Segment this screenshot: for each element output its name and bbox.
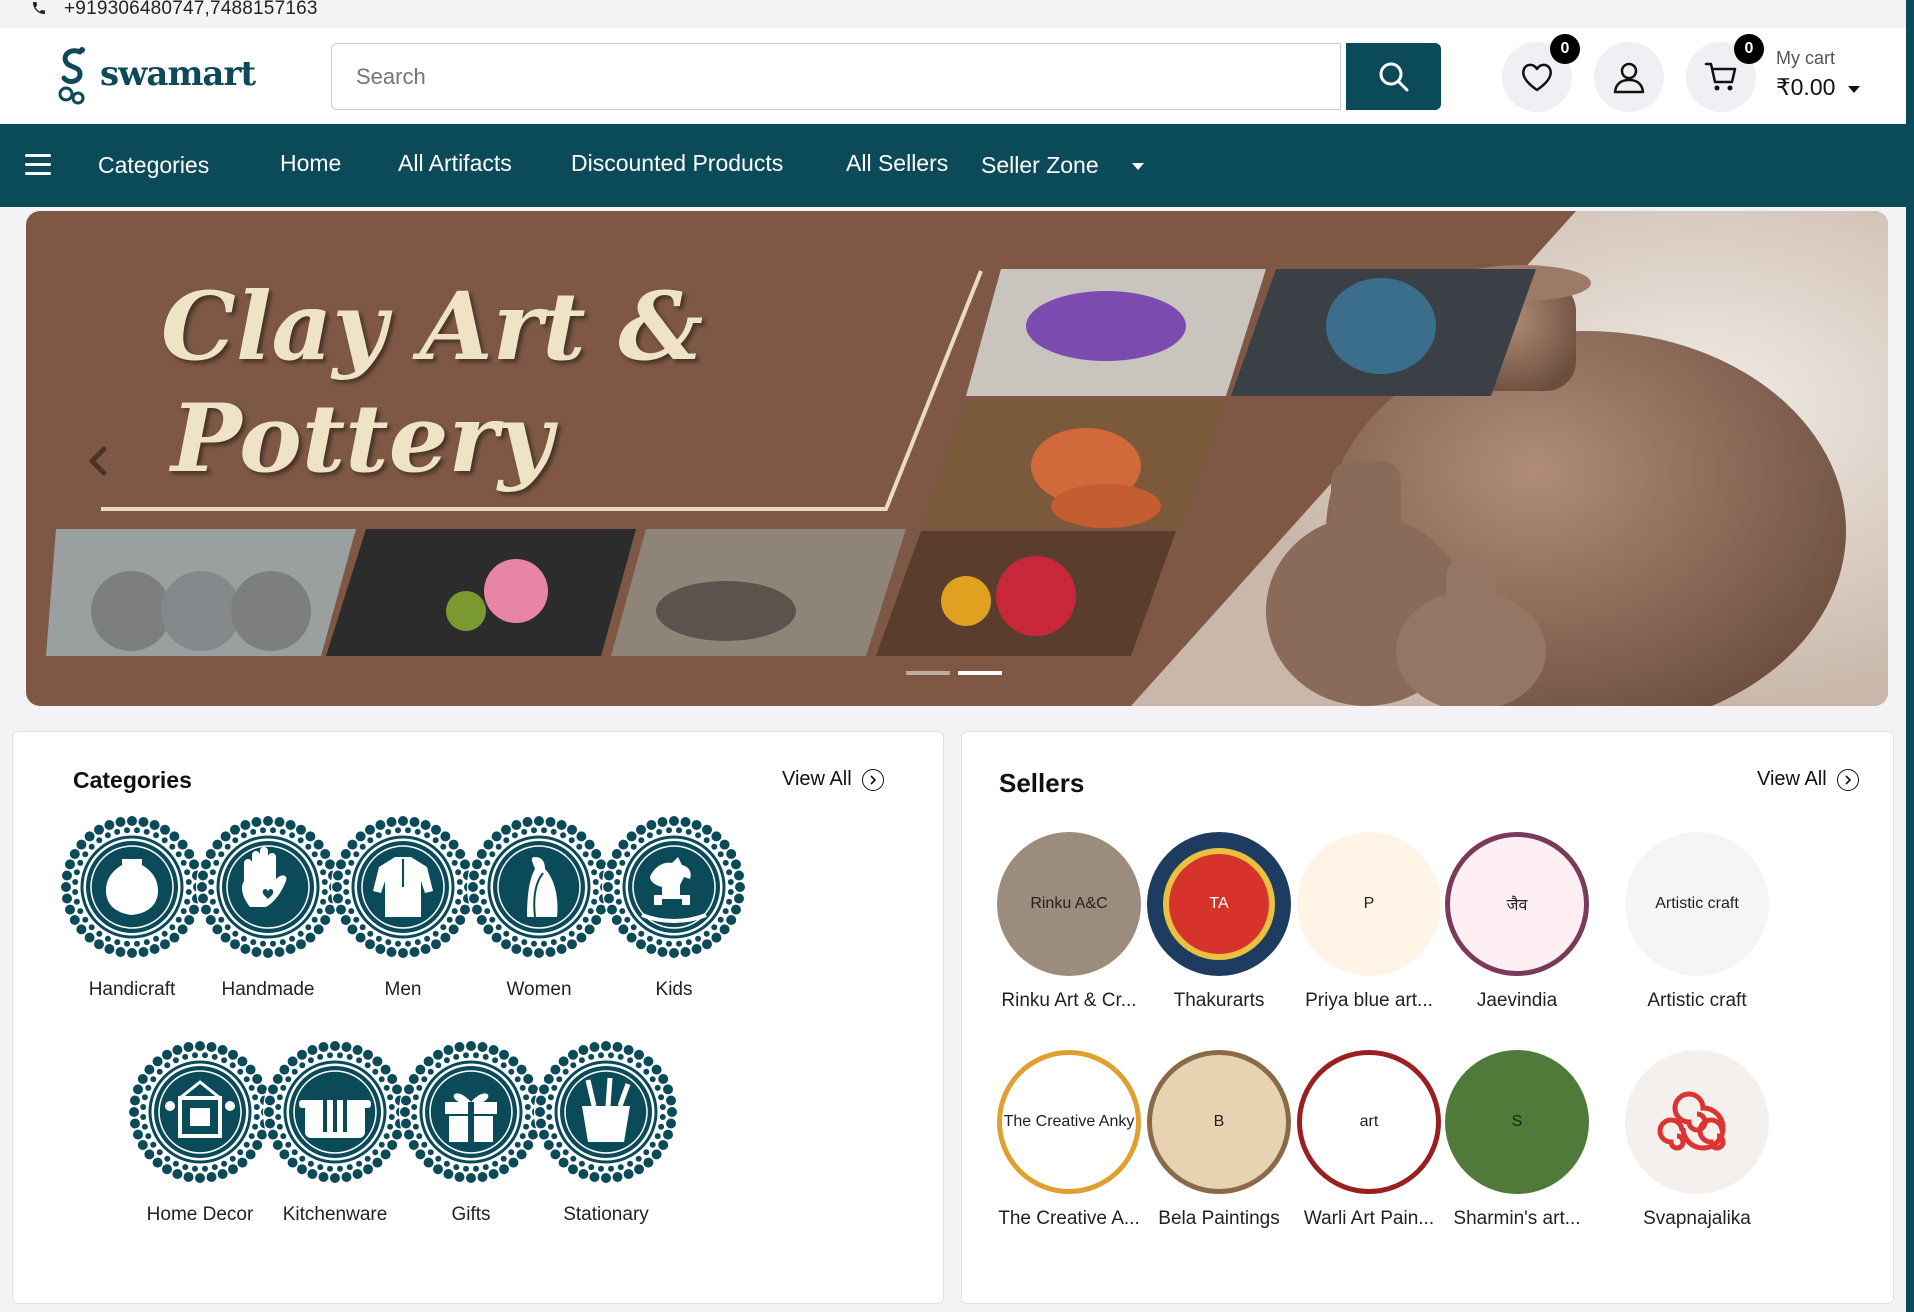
banner-title-line-1: Clay Art & bbox=[161, 272, 704, 382]
account-button[interactable] bbox=[1594, 42, 1664, 112]
cart-total[interactable]: ₹0.00 bbox=[1776, 74, 1835, 101]
search-icon bbox=[1379, 62, 1408, 91]
banner-prev-arrow-icon[interactable] bbox=[78, 441, 118, 481]
nav-categories[interactable]: Categories bbox=[98, 152, 209, 179]
nav-all-artifacts[interactable]: All Artifacts bbox=[398, 150, 512, 177]
category-label: Kids bbox=[655, 979, 693, 1000]
seller-name: Svapnajalika bbox=[1643, 1208, 1751, 1229]
phone-numbers[interactable]: +919306480747,7488157163 bbox=[64, 0, 318, 20]
sellers-view-all[interactable]: View All bbox=[1757, 768, 1859, 791]
cart-icon bbox=[1704, 62, 1737, 91]
categories-view-all[interactable]: View All bbox=[782, 768, 884, 791]
seller-item[interactable]: art Warli Art Pain... bbox=[1284, 1050, 1454, 1230]
seller-item[interactable]: The Creative Anky The Creative A... bbox=[984, 1050, 1154, 1230]
seller-logo: Rinku A&C bbox=[997, 832, 1141, 976]
heart-icon bbox=[1522, 63, 1552, 92]
seller-item[interactable]: B Bela Paintings bbox=[1134, 1050, 1304, 1230]
sellers-title: Sellers bbox=[999, 768, 1085, 798]
seller-logo: जैव bbox=[1445, 832, 1589, 976]
phone-icon bbox=[33, 2, 45, 14]
banner-slide-indicators bbox=[906, 662, 1010, 680]
banner-title-line-2: Pottery bbox=[171, 384, 553, 494]
seller-logo bbox=[1625, 1050, 1769, 1194]
category-label: Stationary bbox=[563, 1204, 649, 1225]
top-contact-bar: +919306480747,7488157163 bbox=[0, 0, 1914, 28]
category-item[interactable]: Kids bbox=[594, 812, 754, 1001]
seller-logo: art bbox=[1297, 1050, 1441, 1194]
seller-zone-caret-icon[interactable] bbox=[1132, 163, 1144, 170]
seller-item[interactable]: Svapnajalika bbox=[1612, 1050, 1782, 1230]
seller-item[interactable]: P Priya blue art... bbox=[1284, 832, 1454, 1012]
cart-label: My cart bbox=[1776, 48, 1836, 68]
seller-name: Jaevindia bbox=[1476, 990, 1558, 1011]
cart-count-badge: 0 bbox=[1734, 34, 1764, 64]
category-item[interactable]: Stationary bbox=[526, 1037, 686, 1226]
seller-item[interactable]: जैव Jaevindia bbox=[1432, 832, 1602, 1012]
seller-logo: The Creative Anky bbox=[997, 1050, 1141, 1194]
wishlist-count-badge: 0 bbox=[1550, 34, 1580, 64]
seller-name: Thakurarts bbox=[1173, 990, 1265, 1011]
categories-panel: Categories View All Handicraft Handmade Me… bbox=[12, 731, 944, 1304]
nav-discounted-products[interactable]: Discounted Products bbox=[571, 150, 783, 177]
banner-title: Clay Art & Pottery bbox=[161, 271, 703, 495]
seller-name: Artistic craft bbox=[1647, 990, 1747, 1011]
seller-item[interactable]: Rinku A&C Rinku Art & Cr... bbox=[984, 832, 1154, 1012]
slide-dot-1[interactable] bbox=[906, 671, 950, 675]
logo-text: swamart bbox=[100, 54, 256, 94]
seller-logo: TA bbox=[1147, 832, 1291, 976]
site-logo[interactable]: swamart bbox=[54, 44, 256, 106]
page-scrollbar-edge bbox=[1906, 0, 1914, 1312]
seller-name: Sharmin's art... bbox=[1453, 1208, 1581, 1229]
seller-logo: B bbox=[1147, 1050, 1291, 1194]
seller-name: The Creative A... bbox=[998, 1208, 1140, 1229]
site-header: swamart 0 0 My cart ₹0.00 bbox=[0, 28, 1906, 124]
search-button[interactable] bbox=[1346, 43, 1441, 110]
slide-dot-2[interactable] bbox=[958, 671, 1002, 675]
categories-title: Categories bbox=[73, 767, 192, 793]
cart-button[interactable]: 0 bbox=[1686, 34, 1764, 112]
nav-home[interactable]: Home bbox=[280, 150, 341, 177]
seller-item[interactable]: Artistic craft Artistic craft bbox=[1612, 832, 1782, 1012]
seller-logo: S bbox=[1445, 1050, 1589, 1194]
nav-all-sellers[interactable]: All Sellers bbox=[846, 150, 948, 177]
arrow-right-circle-icon bbox=[861, 768, 884, 791]
seller-logo: Artistic craft bbox=[1625, 832, 1769, 976]
view-all-label: View All bbox=[1757, 768, 1827, 790]
main-nav: Categories Home All Artifacts Discounted… bbox=[0, 124, 1906, 207]
seller-item[interactable]: S Sharmin's art... bbox=[1432, 1050, 1602, 1230]
seller-item[interactable]: TA Thakurarts bbox=[1134, 832, 1304, 1012]
seller-name: Warli Art Pain... bbox=[1303, 1208, 1435, 1229]
seller-name: Priya blue art... bbox=[1305, 990, 1433, 1011]
seller-name: Bela Paintings bbox=[1158, 1208, 1280, 1229]
cart-dropdown-caret-icon[interactable] bbox=[1848, 86, 1860, 93]
wishlist-button[interactable]: 0 bbox=[1502, 34, 1580, 112]
seller-name: Rinku Art & Cr... bbox=[1001, 990, 1137, 1011]
view-all-label: View All bbox=[782, 768, 852, 790]
hero-banner[interactable]: Clay Art & Pottery bbox=[26, 211, 1888, 706]
sellers-panel: Sellers View All Rinku A&C Rinku Art & Cr… bbox=[961, 731, 1894, 1304]
seller-logo: P bbox=[1297, 832, 1441, 976]
peacock-logo-icon bbox=[58, 47, 85, 105]
search-field[interactable] bbox=[331, 43, 1341, 110]
user-icon bbox=[1613, 62, 1645, 94]
arrow-right-circle-icon bbox=[1836, 768, 1859, 791]
hamburger-menu-icon[interactable] bbox=[25, 154, 51, 176]
nav-seller-zone[interactable]: Seller Zone bbox=[981, 152, 1099, 179]
search-input[interactable] bbox=[332, 44, 1340, 109]
